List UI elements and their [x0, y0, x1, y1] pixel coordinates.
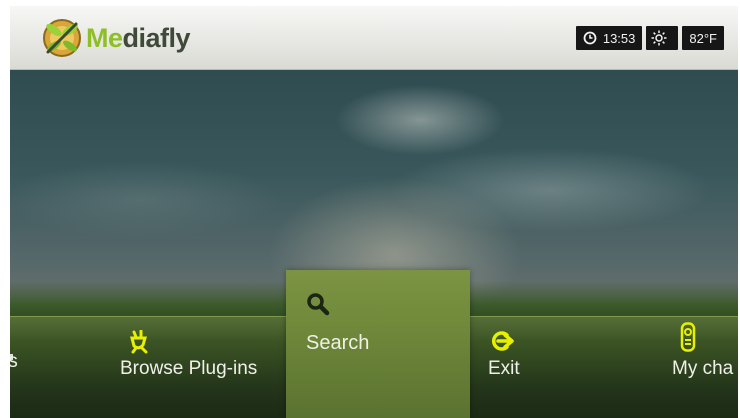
menu-item-search[interactable]: Search	[286, 270, 470, 418]
logo-suffix: diafly	[122, 23, 191, 53]
status-area: 13:53 82°F	[575, 26, 724, 50]
clock-icon	[583, 31, 597, 45]
logo-prefix: Me	[86, 23, 123, 53]
sun-icon	[651, 30, 667, 46]
temperature-value: 82°F	[689, 30, 717, 46]
menu-item-my-channels[interactable]: My cha	[642, 316, 738, 418]
menu-item-browse-plugins[interactable]: Browse Plug-ins	[118, 316, 288, 418]
menu-item-exit[interactable]: Exit	[486, 316, 606, 418]
menu-item-exit-label: Exit	[488, 358, 520, 379]
clock-display: 13:53	[575, 26, 643, 50]
plug-icon	[130, 330, 148, 354]
magnifier-icon	[307, 293, 330, 316]
menu-item-channels[interactable]: ls	[10, 316, 110, 418]
exit-arrow-icon	[491, 331, 514, 351]
weather-icon-box	[646, 26, 679, 50]
menu-item-my-channels-label: My cha	[672, 358, 734, 379]
menu-item-search-label: Search	[306, 332, 370, 354]
clock-time: 13:53	[602, 30, 636, 46]
tv-screen: Mediafly 13:53 82°F s Browse Plug-ins Se…	[10, 6, 738, 418]
mediafly-logo: Mediafly	[40, 16, 270, 60]
menu-item-browse-plugins-label: Browse Plug-ins	[120, 358, 258, 379]
temperature-display: 82°F	[682, 26, 724, 50]
menu-item-channels-label: ls	[10, 351, 18, 372]
top-bar: Mediafly 13:53 82°F	[10, 6, 738, 70]
logo-wordmark: Mediafly	[86, 23, 191, 54]
remote-icon	[680, 322, 696, 352]
dragonfly-logo-icon	[43, 19, 81, 57]
